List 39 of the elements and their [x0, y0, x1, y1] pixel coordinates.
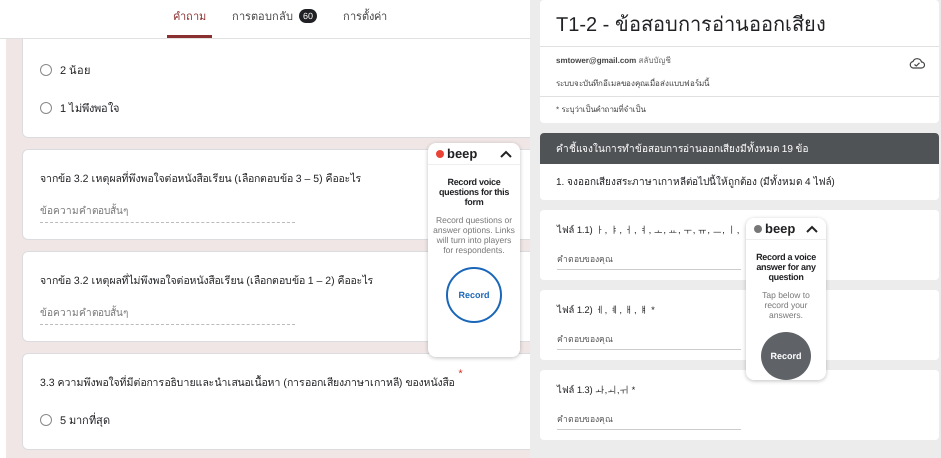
question-text: จากข้อ 3.2 เหตุผลที่ไม่พึงพอใจต่อหนังสือเรียน (เลือกตอบข้อ 1 – 2) คืออะไร: [40, 272, 374, 289]
form-title: T1-2 - ข้อสอบการอ่านออกเสียง: [540, 0, 939, 47]
cloud-check-icon: [909, 57, 925, 69]
switch-account-link[interactable]: สลับบัญชี: [638, 56, 670, 65]
beep-description: Record questions or answer options. Links will turn into players for respondents.: [432, 215, 516, 255]
radio-button[interactable]: [40, 102, 52, 114]
email-note: ระบบจะบันทึกอีเมลของคุณเมื่อส่งแบบฟอร์มนี้: [556, 77, 710, 90]
beep-logo: beep: [754, 221, 796, 236]
beep-description: Tap below to record your answers.: [761, 290, 811, 320]
short-answer-field[interactable]: ข้อความคำตอบสั้นๆ: [40, 301, 295, 325]
question-text: 3.3 ความพึงพอใจที่มีต่อการอธิบายและนำเสนอเนื้อหา (การออกเสียงภาษาเกาหลี) ของหนังสือ: [40, 374, 454, 391]
collapse-chevron-icon[interactable]: [500, 150, 512, 158]
question-text: ไฟล์ 1.3) ㅘ,ㅚ,ㅟ *: [557, 384, 636, 397]
option-label: 5 มากที่สุด: [60, 411, 110, 429]
required-note: * ระบุว่าเป็นคำถามที่จำเป็น: [555, 103, 647, 116]
section-description: 1. จงออกเสียงสระภาษาเกาหลีต่อไปนี้ให้ถูกต้อง (มีทั้งหมด 4 ไฟล์): [540, 164, 939, 200]
collapse-chevron-icon[interactable]: [806, 224, 818, 232]
beep-title: Record a voice answer for any question: [755, 252, 817, 282]
section-header: คำชี้แจงในการทำข้อสอบการอ่านออกเสียงมีทั้งหมด 19 ข้อ: [540, 133, 939, 164]
record-button[interactable]: Record: [761, 332, 811, 380]
tab[interactable]: การตั้งค่า: [337, 7, 393, 38]
radio-button[interactable]: [40, 64, 52, 76]
answer-field[interactable]: คำตอบของคุณ: [557, 409, 741, 430]
question-text: ไฟล์ 1.2) ㅔ, ㅖ, ㅐ, ㅒ *: [557, 304, 655, 317]
option-label: 2 น้อย: [60, 64, 90, 79]
option-label: 1 ไม่พึงพอใจ: [60, 101, 120, 117]
radio-button[interactable]: [40, 414, 52, 426]
count-badge: 60: [298, 9, 317, 23]
account-email: smtower@gmail.com: [556, 56, 636, 65]
short-answer-field[interactable]: ข้อความคำตอบสั้นๆ: [40, 199, 295, 223]
question-text: จากข้อ 3.2 เหตุผลที่พึงพอใจต่อหนังสือเรียน (เลือกตอบข้อ 3 – 5) คืออะไร: [40, 170, 362, 187]
beep-logo: beep: [436, 146, 478, 161]
beep-title: Record voice questions for this form: [438, 177, 510, 207]
record-button[interactable]: Record: [446, 267, 502, 323]
tab[interactable]: การตอบกลับ 60: [226, 7, 323, 38]
required-mark: *: [458, 368, 463, 380]
answer-field[interactable]: คำตอบของคุณ: [557, 329, 741, 350]
answer-field[interactable]: คำตอบของคุณ: [557, 249, 741, 270]
question-text: ไฟล์ 1.1) ㅏ, ㅑ, ㅓ, ㅕ, ㅗ, ㅛ, ㅜ, ㅠ, ㅡ, ㅣ,: [557, 224, 740, 237]
